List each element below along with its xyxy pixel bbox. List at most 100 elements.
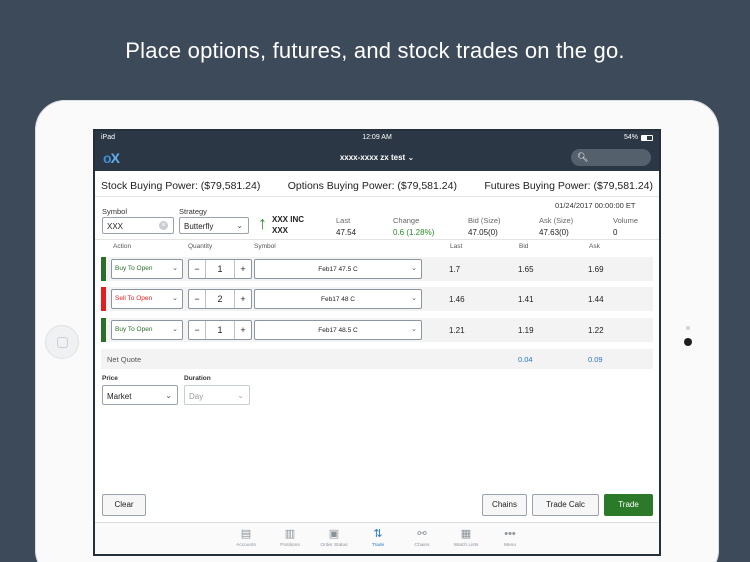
- chevron-down-icon: ⌄: [165, 391, 172, 400]
- home-button: [45, 325, 79, 359]
- col-action: Action: [113, 243, 132, 250]
- change-label: Change: [393, 216, 420, 225]
- minus-button[interactable]: −: [189, 260, 205, 278]
- symbol-select[interactable]: Feb17 48 C ⌄: [254, 289, 422, 309]
- quantity-stepper[interactable]: − 2 +: [188, 289, 252, 309]
- nav-bar: oX xxxx-xxxx zx test ⌄ 🔍︎: [95, 145, 659, 171]
- symbol-select[interactable]: Feb17 48.5 C ⌄: [254, 320, 422, 340]
- battery-percent: 54%: [623, 134, 638, 141]
- net-quote-row: Net Quote 0.04 0.09: [101, 349, 653, 369]
- change-value: 0.6 (1.28%): [393, 228, 435, 237]
- clock: 12:09 AM: [362, 134, 392, 141]
- plus-button[interactable]: +: [235, 321, 251, 339]
- last-label: Last: [336, 216, 351, 225]
- price-select[interactable]: Market ⌄: [102, 385, 178, 405]
- quantity-stepper[interactable]: − 1 +: [188, 259, 252, 279]
- leg-bid: 1.19: [518, 326, 534, 335]
- leg-ask: 1.44: [588, 295, 604, 304]
- buy-indicator: [101, 318, 106, 342]
- col-last: Last: [450, 243, 463, 250]
- symbol-input[interactable]: XXX ×: [102, 217, 174, 234]
- watch-lists-icon: ▦: [460, 528, 472, 540]
- last-value: 47.54: [336, 228, 357, 237]
- minus-button[interactable]: −: [189, 321, 205, 339]
- quantity-value[interactable]: 2: [205, 290, 235, 308]
- clear-input-icon[interactable]: ×: [159, 221, 168, 230]
- tab-watch-lists[interactable]: ▦ Watch Lists: [444, 523, 488, 554]
- up-arrow-icon: ↑: [258, 213, 267, 233]
- status-bar: iPad 12:09 AM 54%: [95, 131, 659, 145]
- chevron-down-icon: ⌄: [172, 265, 178, 272]
- action-select[interactable]: Sell To Open ⌄: [111, 289, 183, 309]
- leg-last: 1.46: [449, 295, 465, 304]
- ask-size-label: Ask (Size): [539, 216, 574, 225]
- symbol-select[interactable]: Feb17 47.5 C ⌄: [254, 259, 422, 279]
- leg-row: Buy To Open ⌄ − 1 + Feb17 48.5 C ⌄ 1.21 1.…: [101, 318, 653, 342]
- action-select[interactable]: Buy To Open ⌄: [111, 320, 183, 340]
- tab-accounts[interactable]: ▤ Accounts: [224, 523, 268, 554]
- search-input[interactable]: 🔍︎: [571, 149, 651, 166]
- clear-button[interactable]: Clear: [102, 494, 146, 516]
- symbol-label: Symbol: [102, 207, 128, 216]
- divider: [95, 239, 659, 240]
- chevron-down-icon: ⌄: [411, 295, 417, 302]
- quantity-value[interactable]: 1: [205, 260, 235, 278]
- leg-last: 1.21: [449, 326, 465, 335]
- plus-button[interactable]: +: [235, 260, 251, 278]
- col-bid: Bid: [519, 243, 529, 250]
- sensor: [686, 326, 690, 330]
- quote-company-name: XXX INC: [272, 215, 305, 224]
- trade-icon: ⇅: [373, 528, 383, 540]
- chevron-down-icon: ⌄: [172, 326, 178, 333]
- chevron-down-icon: ⌄: [236, 221, 243, 230]
- leg-ask: 1.22: [588, 326, 604, 335]
- duration-label: Duration: [184, 375, 211, 382]
- leg-row: Sell To Open ⌄ − 2 + Feb17 48 C ⌄ 1.46 1.4…: [101, 287, 653, 311]
- camera: [684, 338, 692, 346]
- net-quote-label: Net Quote: [107, 355, 142, 364]
- accounts-icon: ▤: [240, 528, 252, 540]
- action-select[interactable]: Buy To Open ⌄: [111, 259, 183, 279]
- chains-button[interactable]: Chains: [482, 494, 527, 516]
- net-quote-bid: 0.04: [518, 355, 533, 364]
- quantity-stepper[interactable]: − 1 +: [188, 320, 252, 340]
- tab-trade[interactable]: ⇅ Trade: [356, 523, 400, 554]
- tab-bar: ▤ Accounts ▥ Positions ▣ Order Status ⇅ …: [95, 522, 659, 554]
- battery-status: 54%: [624, 134, 653, 141]
- strategy-select[interactable]: Butterfly ⌄: [179, 217, 249, 234]
- chevron-down-icon: ⌄: [411, 326, 417, 333]
- leg-ask: 1.69: [588, 265, 604, 274]
- futures-buying-power: Futures Buying Power: ($79,581.24): [484, 179, 653, 192]
- trade-calc-button[interactable]: Trade Calc: [532, 494, 599, 516]
- sell-indicator: [101, 287, 106, 311]
- strategy-label: Strategy: [179, 207, 207, 216]
- bid-size-label: Bid (Size): [468, 216, 501, 225]
- positions-icon: ▥: [284, 528, 296, 540]
- plus-button[interactable]: +: [235, 290, 251, 308]
- duration-select[interactable]: Day ⌄: [184, 385, 250, 405]
- tab-positions[interactable]: ▥ Positions: [268, 523, 312, 554]
- menu-icon: •••: [504, 528, 516, 540]
- bid-size-value: 47.05(0): [468, 228, 498, 237]
- quantity-value[interactable]: 1: [205, 321, 235, 339]
- trade-button[interactable]: Trade: [604, 494, 653, 516]
- tab-chains[interactable]: ⚯ Chains: [400, 523, 444, 554]
- marketing-headline: Place options, futures, and stock trades…: [125, 38, 625, 63]
- buying-power-row: Stock Buying Power: ($79,581.24) Options…: [95, 175, 659, 197]
- volume-value: 0: [613, 228, 618, 237]
- tab-menu[interactable]: ••• Menu: [488, 523, 532, 554]
- app-screen: iPad 12:09 AM 54% oX xxxx-xxxx zx test ⌄…: [93, 129, 661, 556]
- col-quantity: Quantity: [188, 243, 213, 250]
- order-status-icon: ▣: [328, 528, 340, 540]
- chevron-down-icon: ⌄: [411, 265, 417, 272]
- tab-order-status[interactable]: ▣ Order Status: [312, 523, 356, 554]
- leg-bid: 1.41: [518, 295, 534, 304]
- chevron-down-icon: ⌄: [237, 391, 244, 400]
- price-label: Price: [102, 375, 118, 382]
- chevron-down-icon: ⌄: [172, 295, 178, 302]
- minus-button[interactable]: −: [189, 290, 205, 308]
- chevron-down-icon: ⌄: [407, 153, 415, 162]
- leg-last: 1.7: [449, 265, 461, 274]
- chains-icon: ⚯: [417, 528, 427, 540]
- options-buying-power: Options Buying Power: ($79,581.24): [287, 179, 457, 192]
